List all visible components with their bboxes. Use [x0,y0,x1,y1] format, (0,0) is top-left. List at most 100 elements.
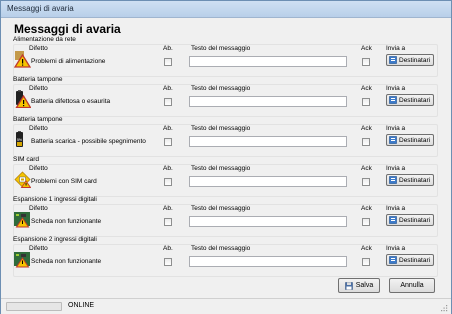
address-book-icon [389,256,397,264]
ab-column-label: Ab. [163,165,173,172]
recipients-button[interactable]: Destinatari [386,174,434,186]
battery-low-icon: 5% [16,131,23,147]
ab-checkbox[interactable] [164,218,172,226]
message-text-input[interactable] [189,216,347,227]
ack-column-label: Ack [361,205,372,212]
ab-column-label: Ab. [163,125,173,132]
recipients-button-label: Destinatari [399,216,431,224]
message-text-input[interactable] [189,136,347,147]
fault-description: Problemi con SIM card [31,178,97,185]
message-column-label: Testo del messaggio [191,45,251,52]
board-warning-icon [14,212,30,228]
ack-checkbox[interactable] [362,138,370,146]
section-title: Batteria tampone [13,116,63,123]
send-to-column-label: Invia a [386,125,406,132]
address-book-icon [389,176,397,184]
send-to-column-label: Invia a [386,45,406,52]
ab-checkbox[interactable] [164,258,172,266]
ack-column-label: Ack [361,85,372,92]
address-book-icon [389,96,397,104]
message-text-input[interactable] [189,56,347,67]
fault-column-label: Difetto [29,205,48,212]
message-column-label: Testo del messaggio [191,165,251,172]
ack-checkbox[interactable] [362,218,370,226]
recipients-button-label: Destinatari [399,56,431,64]
section-alimentazione: Alimentazione da rete Difetto Ab. Testo … [13,36,438,77]
send-to-column-label: Invia a [386,165,406,172]
recipients-button[interactable]: Destinatari [386,254,434,266]
title-bar[interactable]: Messaggi di avaria [1,1,451,18]
status-text: ONLINE [68,302,95,309]
section-batteria-tampone-2: Batteria tampone 5% Difetto Ab. Testo de… [13,116,438,157]
fault-column-label: Difetto [29,125,48,132]
message-column-label: Testo del messaggio [191,245,251,252]
fault-column-label: Difetto [29,45,48,52]
fault-description: Scheda non funzionante [31,258,102,265]
save-button-label: Salva [355,282,374,289]
ab-checkbox[interactable] [164,58,172,66]
send-to-column-label: Invia a [386,85,406,92]
message-text-input[interactable] [189,256,347,267]
recipients-button-label: Destinatari [399,256,431,264]
ab-column-label: Ab. [163,245,173,252]
recipients-button[interactable]: Destinatari [386,94,434,106]
address-book-icon [389,216,397,224]
ack-checkbox[interactable] [362,258,370,266]
fault-column-label: Difetto [29,245,48,252]
board-warning-icon [14,252,30,268]
save-button[interactable]: Salva [338,278,380,293]
recipients-button[interactable]: Destinatari [386,214,434,226]
main-window: Messaggi di avaria Messaggi di avaria Al… [0,0,452,314]
fault-description: Problemi di alimentazione [31,58,106,65]
window-title: Messaggi di avaria [7,4,74,13]
section-title: Alimentazione da rete [13,36,76,43]
message-text-input[interactable] [189,176,347,187]
status-bar: ONLINE [1,298,451,314]
message-column-label: Testo del messaggio [191,125,251,132]
resize-grip-icon[interactable] [440,304,448,312]
fault-column-label: Difetto [29,85,48,92]
send-to-column-label: Invia a [386,245,406,252]
ack-column-label: Ack [361,45,372,52]
page-title: Messaggi di avaria [14,22,121,36]
fault-description: Scheda non funzionante [31,218,102,225]
ab-checkbox[interactable] [164,178,172,186]
recipients-button-label: Destinatari [399,176,431,184]
power-outage-warning-icon [14,51,31,68]
ab-checkbox[interactable] [164,98,172,106]
address-book-icon [389,136,397,144]
message-text-input[interactable] [189,96,347,107]
address-book-icon [389,56,397,64]
fault-description: Batteria difettosa o esaurita [31,98,111,105]
ab-checkbox[interactable] [164,138,172,146]
recipients-button-label: Destinatari [399,96,431,104]
ab-column-label: Ab. [163,85,173,92]
ack-checkbox[interactable] [362,98,370,106]
ack-column-label: Ack [361,245,372,252]
section-batteria-tampone-1: Batteria tampone Difetto Ab. Testo del m… [13,76,438,117]
fault-description: Batteria scarica - possibile spegnimento [31,138,146,145]
fault-column-label: Difetto [29,165,48,172]
floppy-disk-icon [344,281,353,290]
battery-warning-icon [15,90,31,108]
message-column-label: Testo del messaggio [191,205,251,212]
cancel-button-label: Annulla [400,282,424,289]
cancel-button[interactable]: Annulla [389,278,435,293]
section-title: Batteria tampone [13,76,63,83]
ack-checkbox[interactable] [362,178,370,186]
message-column-label: Testo del messaggio [191,85,251,92]
send-to-column-label: Invia a [386,205,406,212]
section-title: Espansione 1 ingressi digitali [13,196,97,203]
progress-bar [6,302,62,311]
section-title: SIM card [13,156,40,163]
ack-column-label: Ack [361,165,372,172]
battery-level-text: 5% [17,138,22,142]
recipients-button-label: Destinatari [399,136,431,144]
ack-checkbox[interactable] [362,58,370,66]
section-espansione-1: Espansione 1 ingressi digitali Difetto A… [13,196,438,237]
ab-column-label: Ab. [163,205,173,212]
section-espansione-2: Espansione 2 ingressi digitali Difetto A… [13,236,438,277]
recipients-button[interactable]: Destinatari [386,134,434,146]
recipients-button[interactable]: Destinatari [386,54,434,66]
section-sim-card: SIM card Difetto Ab. Testo del messaggio… [13,156,438,197]
